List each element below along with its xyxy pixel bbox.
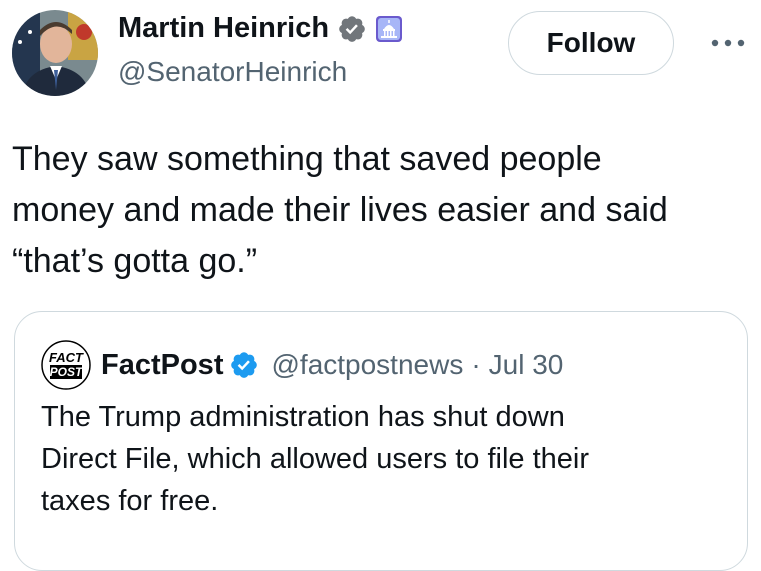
quoted-author-name[interactable]: FactPost [101, 349, 223, 382]
author-handle[interactable]: @SenatorHeinrich [118, 56, 347, 88]
quoted-tweet-header: FACT POST FactPost @factpostnews · Jul 3… [41, 340, 563, 390]
header-separator: · [471, 349, 481, 380]
author-name-row: Martin Heinrich [118, 12, 403, 45]
factpost-logo-avatar[interactable]: FACT POST [41, 340, 91, 390]
follow-button[interactable]: Follow [508, 11, 674, 75]
quoted-author-handle[interactable]: @factpostnews [271, 349, 463, 381]
quoted-tweet-text: The Trump administration has shut down D… [41, 401, 589, 517]
author-avatar[interactable] [12, 10, 98, 96]
more-options-button[interactable] [708, 30, 748, 56]
verified-badge-icon[interactable] [229, 350, 259, 380]
logo-text-top: FACT [49, 350, 84, 365]
quoted-tweet-date[interactable]: Jul 30 [489, 349, 564, 381]
quoted-tweet-card[interactable]: FACT POST FactPost @factpostnews · Jul 3… [14, 311, 748, 571]
avatar-photo-icon [12, 10, 98, 96]
factpost-logo-icon: FACT POST [41, 340, 91, 390]
verified-badge-icon[interactable] [337, 14, 367, 44]
tweet-text: They saw something that saved people mon… [12, 140, 668, 280]
author-name[interactable]: Martin Heinrich [118, 12, 329, 45]
more-options-icon [711, 39, 745, 47]
government-capitol-badge-icon[interactable] [375, 15, 403, 43]
logo-text-bottom: POST [50, 365, 84, 379]
